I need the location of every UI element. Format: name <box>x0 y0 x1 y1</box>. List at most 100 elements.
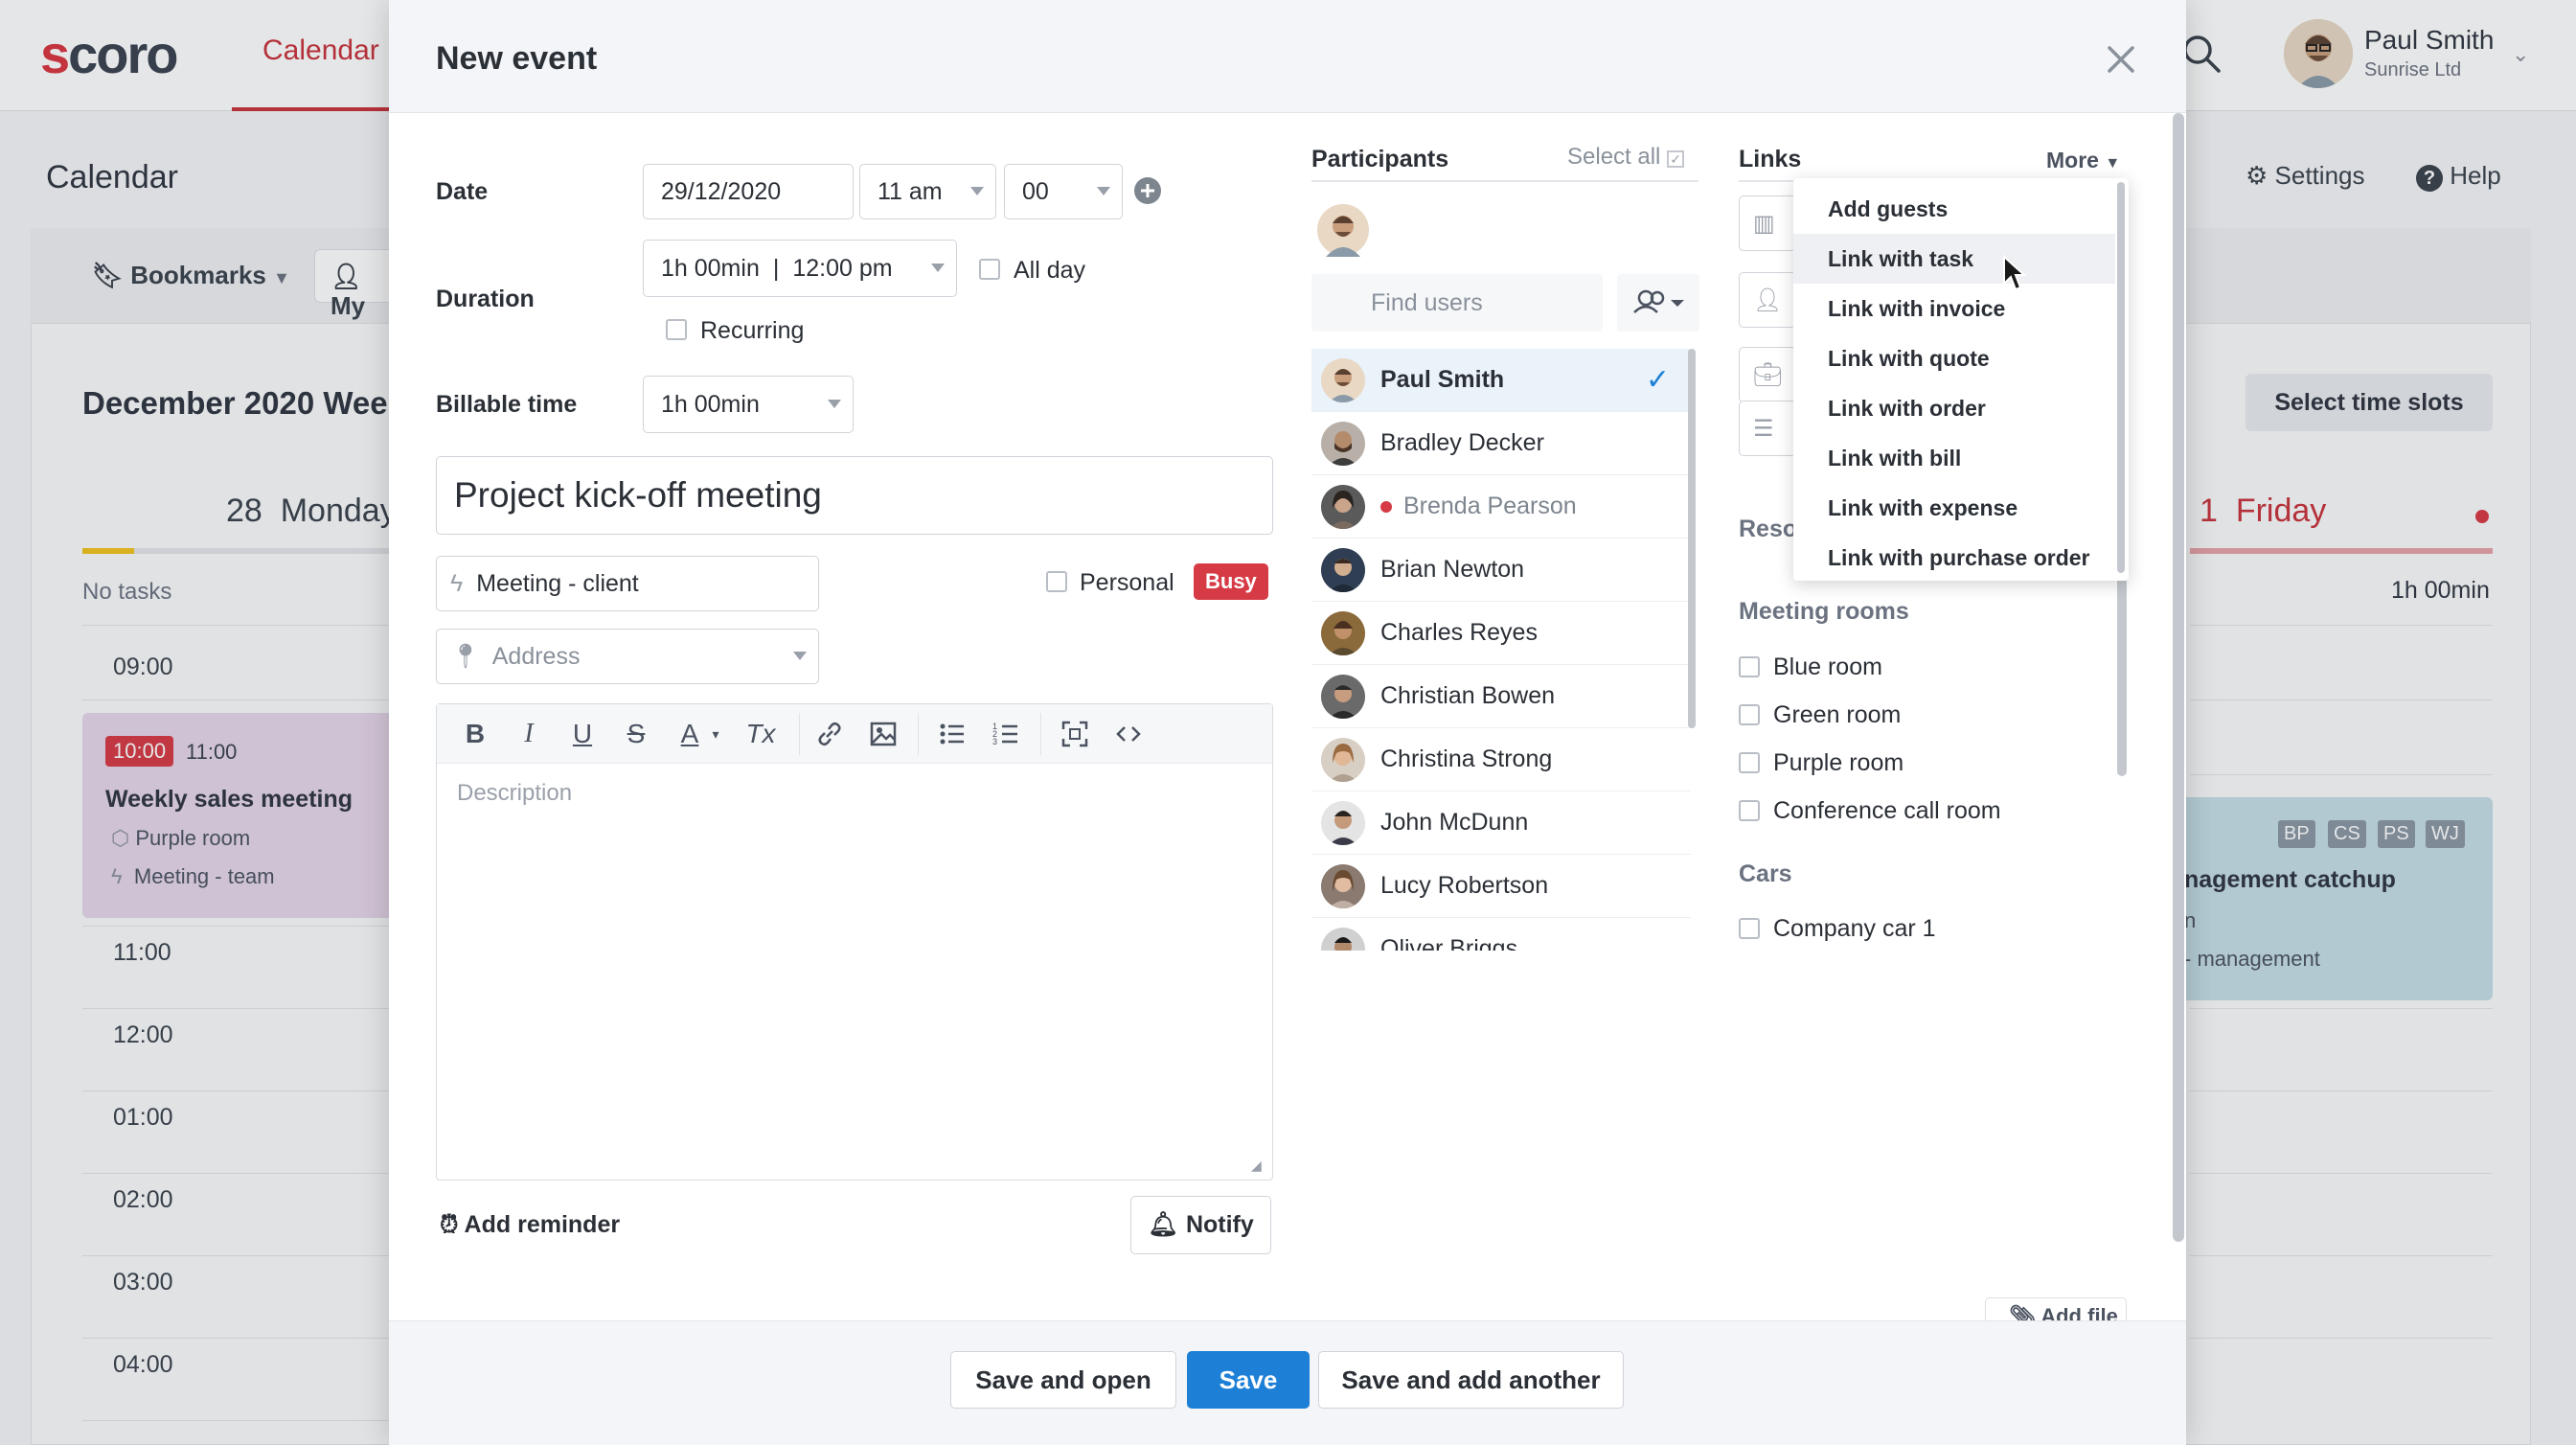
personal-checkbox[interactable] <box>1046 571 1067 592</box>
event-title-input[interactable]: Project kick-off meeting <box>436 456 1273 535</box>
participant-name: Christina Strong <box>1380 745 1553 772</box>
close-icon[interactable] <box>2104 42 2138 77</box>
bullet-list-icon[interactable] <box>935 717 969 751</box>
hour-value: 11 am <box>878 177 943 205</box>
link-contact-field[interactable]: 👤︎ <box>1739 272 1796 328</box>
italic-icon[interactable]: I <box>512 717 546 751</box>
participant-row[interactable]: Charles Reyes <box>1311 602 1691 665</box>
participant-row[interactable]: Christian Bowen <box>1311 665 1691 728</box>
participant-row[interactable]: Bradley Decker <box>1311 412 1691 475</box>
car-checkbox[interactable] <box>1739 918 1760 939</box>
briefcase-icon: 💼︎ <box>1753 362 1783 388</box>
participant-row[interactable]: Paul Smith ✓ <box>1311 349 1691 412</box>
all-day-checkbox[interactable] <box>979 259 1000 280</box>
text-color-icon[interactable]: A <box>672 717 707 751</box>
fullscreen-icon[interactable] <box>1058 717 1092 751</box>
person-icon: 👤︎ <box>1753 287 1783 313</box>
toolbar-divider <box>799 713 800 755</box>
all-day-label: All day <box>1014 257 1086 284</box>
link-project-field[interactable]: 💼︎ <box>1739 347 1796 402</box>
add-time-icon[interactable] <box>1133 176 1162 205</box>
description-editor[interactable] <box>436 703 1273 1181</box>
clear-format-icon[interactable]: Tx <box>743 717 778 751</box>
avatar <box>1321 484 1365 529</box>
modal-scrollbar[interactable] <box>2173 113 2184 1242</box>
room-checkbox[interactable] <box>1739 656 1760 677</box>
date-input[interactable]: 29/12/2020 <box>643 164 854 219</box>
caret-down-icon[interactable]: ▾ <box>709 717 722 751</box>
resources-title: Reso <box>1739 516 1798 542</box>
billable-time-select[interactable]: 1h 00min <box>643 376 854 433</box>
bold-icon[interactable]: B <box>458 717 492 751</box>
image-icon[interactable] <box>866 717 900 751</box>
date-value: 29/12/2020 <box>661 177 782 205</box>
bolt-icon: ϟ <box>450 569 464 597</box>
recurring-checkbox[interactable] <box>666 319 687 340</box>
save-and-add-another-button[interactable]: Save and add another <box>1318 1351 1624 1409</box>
notify-button[interactable]: 🔔︎ Notify <box>1130 1196 1271 1254</box>
strikethrough-icon[interactable]: S <box>619 717 653 751</box>
room-checkbox[interactable] <box>1739 704 1760 725</box>
event-type-select[interactable]: ϟ Meeting - client <box>436 556 819 611</box>
participant-name: John McDunn <box>1380 809 1529 836</box>
select-all-button[interactable]: Select all ✓ <box>1567 144 1685 171</box>
save-and-open-button[interactable]: Save and open <box>950 1351 1176 1409</box>
caret-down-icon: ▼ <box>2105 155 2121 172</box>
room-label: Green room <box>1773 701 1902 728</box>
select-all-label: Select all <box>1567 144 1661 170</box>
avatar <box>1321 421 1365 466</box>
room-label: Conference call room <box>1773 797 2001 824</box>
busy-badge[interactable]: Busy <box>1194 563 1268 600</box>
date-label: Date <box>436 178 489 205</box>
participant-row[interactable]: Brian Newton <box>1311 539 1691 602</box>
add-reminder-button[interactable]: ⏰︎ Add reminder <box>440 1211 620 1239</box>
participant-name: Oliver Briggs <box>1380 935 1518 951</box>
code-icon[interactable] <box>1111 717 1146 751</box>
participant-row[interactable]: John McDunn <box>1311 791 1691 855</box>
menu-item-link-quote[interactable]: Link with quote <box>1793 333 2115 383</box>
avatar <box>1321 357 1365 402</box>
filter-icon: ☰ <box>1753 416 1774 442</box>
duration-select[interactable]: 1h 00min | 12:00 pm <box>643 240 957 297</box>
resize-handle-icon[interactable]: ◢ <box>1251 1158 1262 1174</box>
underline-icon[interactable]: U <box>565 717 600 751</box>
user-groups-button[interactable] <box>1617 274 1699 332</box>
caret-down-icon <box>1097 187 1110 195</box>
more-button[interactable]: More ▼ <box>2046 148 2120 173</box>
selected-participant-avatar[interactable] <box>1316 203 1370 257</box>
participant-row[interactable]: Brenda Pearson <box>1311 475 1691 539</box>
link-icon[interactable] <box>812 717 847 751</box>
numbered-list-icon[interactable]: 123 <box>989 717 1023 751</box>
address-select[interactable]: 📍︎ Address <box>436 629 819 684</box>
avatar <box>1321 800 1365 845</box>
participant-row[interactable]: Lucy Robertson <box>1311 855 1691 918</box>
find-users-input[interactable]: Find users <box>1311 274 1603 332</box>
participant-row[interactable]: Christina Strong <box>1311 728 1691 791</box>
menu-item-add-guests[interactable]: Add guests <box>1793 184 2115 234</box>
address-placeholder: Address <box>491 642 581 670</box>
menu-item-link-invoice[interactable]: Link with invoice <box>1793 284 2115 333</box>
minute-select[interactable]: 00 <box>1004 164 1123 219</box>
room-checkbox[interactable] <box>1739 800 1760 821</box>
location-pin-icon: 📍︎ <box>450 642 481 670</box>
menu-item-link-order[interactable]: Link with order <box>1793 383 2115 433</box>
link-other-field[interactable]: ☰ <box>1739 401 1796 456</box>
menu-item-link-bill[interactable]: Link with bill <box>1793 433 2115 483</box>
hour-select[interactable]: 11 am <box>859 164 996 219</box>
menu-item-link-expense[interactable]: Link with expense <box>1793 483 2115 533</box>
participant-row[interactable]: Oliver Briggs <box>1311 918 1691 951</box>
check-icon: ✓ <box>1667 150 1685 168</box>
cars-title: Cars <box>1739 860 1792 887</box>
recurring-label: Recurring <box>700 317 805 344</box>
menu-item-link-purchase-order[interactable]: Link with purchase order <box>1793 533 2115 583</box>
link-company-field[interactable]: ▥ <box>1739 195 1796 251</box>
save-button[interactable]: Save <box>1187 1351 1310 1409</box>
room-checkbox[interactable] <box>1739 752 1760 773</box>
caret-down-icon <box>931 264 945 272</box>
dropdown-scrollbar[interactable] <box>2117 182 2125 573</box>
avatar <box>1321 927 1365 951</box>
participants-list: Paul Smith ✓ Bradley Decker Brenda Pears… <box>1311 349 1698 951</box>
menu-item-link-task[interactable]: Link with task <box>1793 234 2115 284</box>
participants-scrollbar[interactable] <box>1688 349 1696 728</box>
svg-text:3: 3 <box>992 737 997 746</box>
